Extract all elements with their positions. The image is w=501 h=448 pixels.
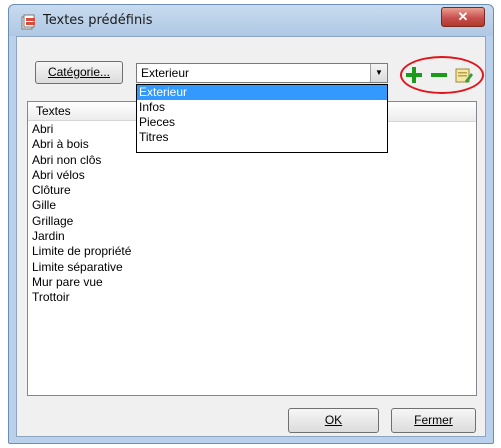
dropdown-option[interactable]: Exterieur (137, 85, 387, 100)
dropdown-option[interactable]: Titres (137, 130, 387, 145)
category-combobox[interactable]: Exterieur ▼ (136, 63, 388, 83)
dialog-window: Textes prédéfinis ✕ Catégorie... Exterie… (8, 4, 494, 444)
app-icon (21, 14, 35, 30)
ok-button-label: OK (324, 413, 343, 427)
list-item[interactable]: Abri (32, 122, 131, 137)
list-items: Abri Abri à bois Abri non clôs Abri vélos Cl… (32, 122, 131, 306)
list-item[interactable]: Abri vélos (32, 168, 131, 183)
edit-icon[interactable] (454, 65, 474, 85)
minus-icon[interactable] (429, 65, 449, 85)
list-item[interactable]: Trottoir (32, 290, 131, 305)
window-close-button[interactable]: ✕ (441, 7, 485, 27)
ok-button[interactable]: OK (288, 408, 379, 433)
category-button[interactable]: Catégorie... (35, 61, 123, 84)
list-item[interactable]: Gille (32, 198, 131, 213)
title-bar[interactable]: Textes prédéfinis ✕ (9, 5, 493, 36)
list-item[interactable]: Grillage (32, 214, 131, 229)
list-item[interactable]: Abri non clôs (32, 153, 131, 168)
close-button-label: Fermer (414, 413, 453, 427)
close-button[interactable]: Fermer (391, 408, 476, 433)
dropdown-option[interactable]: Infos (137, 100, 387, 115)
list-item[interactable]: Jardin (32, 229, 131, 244)
dropdown-option[interactable]: Pieces (137, 115, 387, 130)
window-title: Textes prédéfinis (43, 13, 153, 28)
dialog-content: Catégorie... Exterieur ▼ Textes Abri Abri… (16, 36, 486, 437)
chevron-down-icon[interactable]: ▼ (370, 64, 387, 82)
category-button-label: Catégorie... (47, 65, 111, 79)
plus-icon[interactable] (404, 65, 424, 85)
list-item[interactable]: Mur pare vue (32, 275, 131, 290)
category-dropdown-list: Exterieur Infos Pieces Titres (136, 84, 388, 153)
list-item[interactable]: Abri à bois (32, 137, 131, 152)
close-icon: ✕ (457, 9, 469, 24)
list-item[interactable]: Limite séparative (32, 260, 131, 275)
list-item[interactable]: Clôture (32, 183, 131, 198)
combo-selected-value: Exterieur (141, 66, 190, 80)
list-item[interactable]: Limite de propriété (32, 244, 131, 259)
